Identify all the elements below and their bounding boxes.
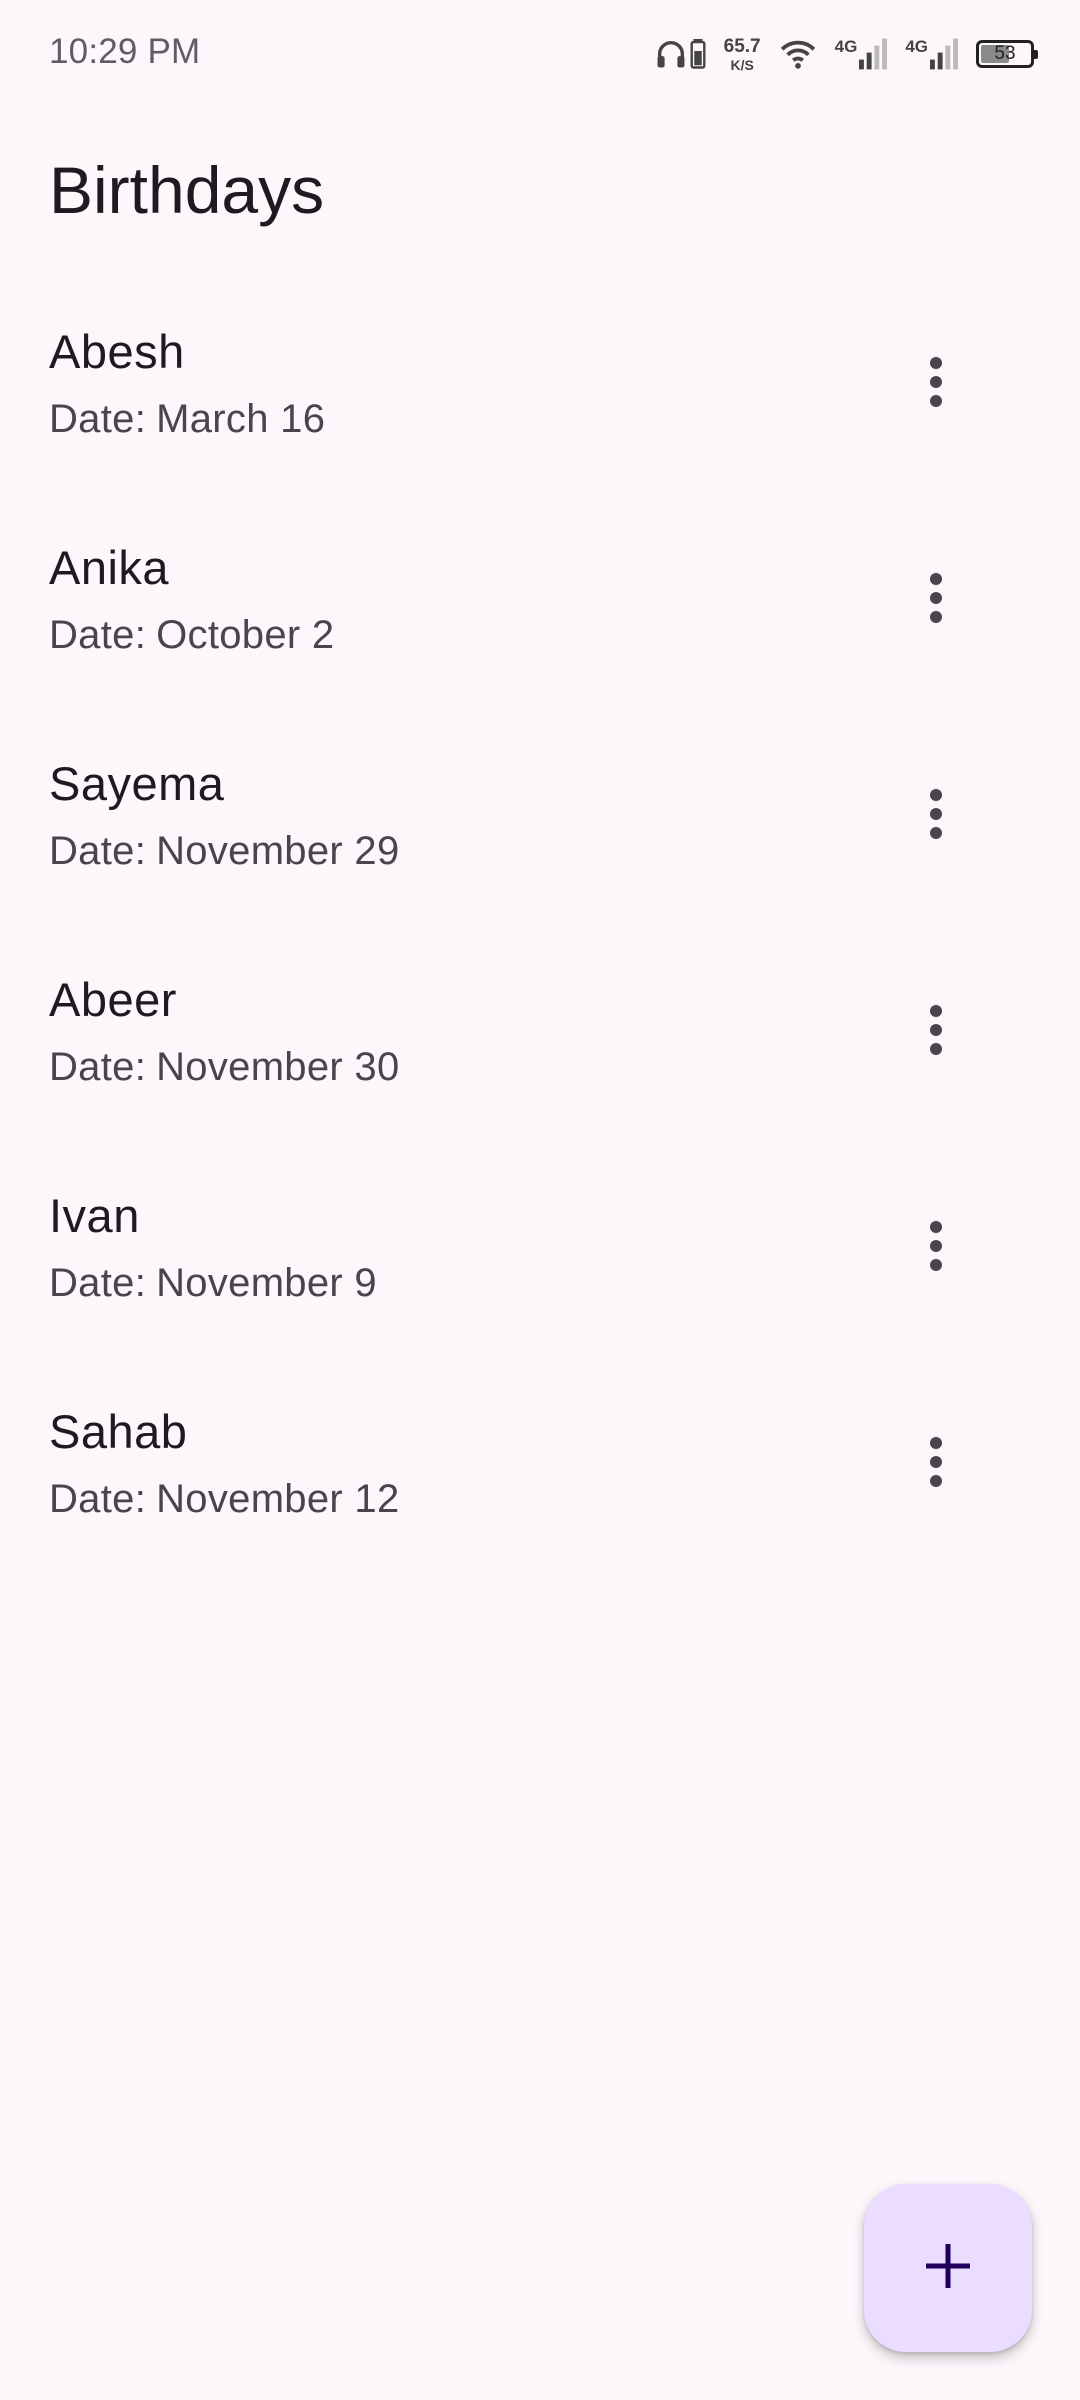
status-bar: 10:29 PM 65.7 K/S 4G 4G 53 xyxy=(0,0,1080,108)
birthday-date: Date: November 30 xyxy=(49,1040,400,1094)
birthday-date: Date: November 29 xyxy=(49,824,400,878)
status-time: 10:29 PM xyxy=(49,32,201,71)
birthday-date: Date: November 9 xyxy=(49,1256,377,1310)
more-vert-icon[interactable] xyxy=(896,980,976,1080)
list-item[interactable]: Abeer Date: November 30 xyxy=(0,948,1080,1164)
date-prefix: Date: xyxy=(49,397,147,441)
date-prefix: Date: xyxy=(49,1045,147,1089)
page-title: Birthdays xyxy=(49,153,325,227)
date-value: November 29 xyxy=(156,829,400,873)
date-value: October 2 xyxy=(156,613,335,657)
add-birthday-button[interactable] xyxy=(864,2184,1032,2352)
headphones-icon xyxy=(654,37,688,71)
more-vert-icon[interactable] xyxy=(896,764,976,864)
list-item[interactable]: Anika Date: October 2 xyxy=(0,516,1080,732)
birthday-date: Date: March 16 xyxy=(49,392,325,446)
more-vert-icon[interactable] xyxy=(896,332,976,432)
signal-icon xyxy=(859,38,888,70)
birthday-name: Sahab xyxy=(49,1405,188,1458)
list-item[interactable]: Ivan Date: November 9 xyxy=(0,1164,1080,1380)
date-prefix: Date: xyxy=(49,1477,147,1521)
wifi-icon xyxy=(779,38,817,70)
more-vert-icon[interactable] xyxy=(896,1196,976,1296)
add-icon xyxy=(924,2242,972,2295)
battery-icon: 53 xyxy=(976,40,1038,68)
date-value: November 30 xyxy=(156,1045,400,1089)
list-item[interactable]: Abesh Date: March 16 xyxy=(0,300,1080,516)
status-icons: 65.7 K/S 4G 4G 53 xyxy=(654,28,1038,80)
date-value: March 16 xyxy=(156,397,326,441)
birthday-list: Abesh Date: March 16 Anika Date: October 2… xyxy=(0,300,1080,1596)
birthday-name: Abeer xyxy=(49,973,177,1026)
birthday-date: Date: November 12 xyxy=(49,1472,400,1526)
network-type-2: 4G xyxy=(905,37,928,56)
signal-icon xyxy=(930,38,958,70)
birthday-name: Ivan xyxy=(49,1189,140,1242)
birthday-name: Sayema xyxy=(49,757,225,810)
network-type-1: 4G xyxy=(834,37,858,56)
date-value: November 9 xyxy=(156,1261,377,1305)
list-item[interactable]: Sayema Date: November 29 xyxy=(0,732,1080,948)
date-value: November 12 xyxy=(156,1477,400,1521)
birthday-name: Abesh xyxy=(49,325,185,378)
battery-saver-icon xyxy=(690,39,706,69)
birthday-name: Anika xyxy=(49,541,170,594)
battery-level: 53 xyxy=(994,43,1016,64)
more-vert-icon[interactable] xyxy=(896,1412,976,1512)
more-vert-icon[interactable] xyxy=(896,548,976,648)
net-speed: 65.7 K/S xyxy=(724,37,761,72)
birthday-date: Date: October 2 xyxy=(49,608,334,662)
net-speed-unit: K/S xyxy=(730,56,754,73)
date-prefix: Date: xyxy=(49,613,147,657)
date-prefix: Date: xyxy=(49,829,147,873)
list-item[interactable]: Sahab Date: November 12 xyxy=(0,1380,1080,1596)
net-speed-value: 65.7 xyxy=(723,35,761,57)
date-prefix: Date: xyxy=(49,1261,147,1305)
